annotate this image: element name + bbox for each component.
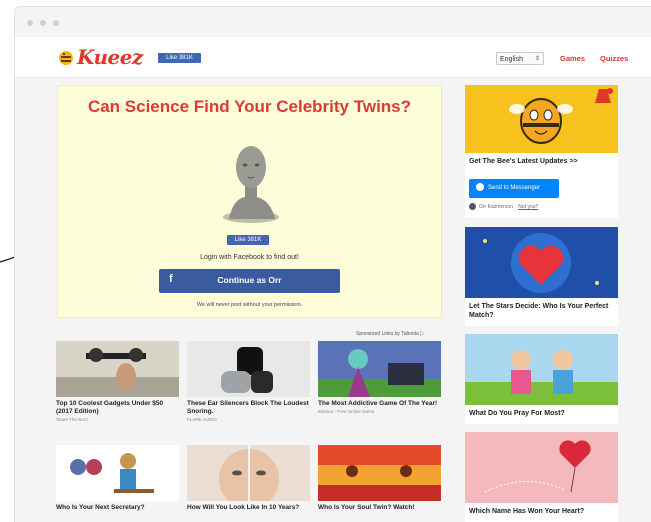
card-caption: Get The Bee's Latest Updates >> bbox=[469, 158, 578, 165]
continue-label: Continue as Orr bbox=[217, 275, 282, 285]
card-image bbox=[187, 341, 310, 397]
head-bust-image bbox=[223, 146, 279, 223]
window-dot-maximize[interactable] bbox=[53, 20, 59, 26]
sponsored-label[interactable]: Sponsored Links by Taboola ▷ bbox=[356, 330, 426, 337]
card-title: These Ear Silencers Block The Loudest Sn… bbox=[187, 400, 309, 415]
window-dot-close[interactable] bbox=[27, 20, 33, 26]
card-title: The Most Addictive Game Of The Year! bbox=[318, 400, 438, 407]
facebook-like-button[interactable]: Like 381K bbox=[158, 53, 201, 63]
user-name: Orr Kazmerson bbox=[479, 203, 513, 210]
card-image bbox=[465, 334, 618, 405]
continue-with-facebook-button[interactable]: f Continue as Orr bbox=[159, 269, 340, 293]
quiz-card[interactable]: How Will You Look Like In 10 Years? bbox=[187, 445, 310, 512]
card-image bbox=[318, 445, 441, 501]
card-source: Elvenar - Free Online Game bbox=[318, 409, 375, 414]
sidebar-card[interactable]: Which Name Has Won Your Heart? bbox=[465, 432, 618, 522]
window-dot-minimize[interactable] bbox=[40, 20, 46, 26]
not-you-link[interactable]: Not you? bbox=[518, 204, 538, 210]
select-arrows-icon: ⇕ bbox=[534, 56, 540, 62]
card-title: Top 10 Coolest Gadgets Under $50 (2017 E… bbox=[56, 400, 164, 415]
site-header: Kueez Like 381K English ⇕ Games Quizzes bbox=[15, 37, 651, 78]
permission-note: We will never post without your permissi… bbox=[196, 302, 303, 308]
user-avatar bbox=[469, 203, 476, 210]
language-value: English bbox=[500, 56, 523, 63]
adchoices-icon: ▷ bbox=[420, 331, 425, 337]
card-image bbox=[465, 85, 618, 153]
card-source: Share The Buzz bbox=[56, 417, 89, 422]
window-titlebar bbox=[15, 7, 651, 37]
card-caption: Let The Stars Decide: Who Is Your Perfec… bbox=[469, 303, 609, 319]
sidebar-card[interactable]: Let The Stars Decide: Who Is Your Perfec… bbox=[465, 227, 618, 326]
sponsored-card[interactable]: These Ear Silencers Block The Loudest Sn… bbox=[187, 341, 310, 422]
browser-window: Kueez Like 381K English ⇕ Games Quizzes … bbox=[14, 6, 651, 522]
site-logo[interactable]: Kueez bbox=[57, 45, 143, 69]
sponsored-card[interactable]: The Most Addictive Game Of The Year! Elv… bbox=[318, 341, 441, 414]
card-caption: Which Name Has Won Your Heart? bbox=[469, 508, 585, 515]
quiz-title: Can Science Find Your Celebrity Twins? bbox=[87, 97, 412, 116]
sidebar-card[interactable]: What Do You Pray For Most? bbox=[465, 334, 618, 424]
bee-logo-icon bbox=[59, 51, 73, 65]
card-title: How Will You Look Like In 10 Years? bbox=[187, 504, 300, 511]
card-source: FLARE AUDIO bbox=[187, 417, 217, 422]
hero-facebook-like-button[interactable]: Like 381K bbox=[227, 235, 269, 245]
messenger-label: Send to Messenger bbox=[488, 185, 541, 191]
card-image bbox=[318, 341, 441, 397]
send-to-messenger-button[interactable]: Send to Messenger bbox=[469, 179, 559, 198]
quiz-card[interactable]: Who Is Your Next Secretary? bbox=[56, 445, 179, 512]
card-image bbox=[56, 445, 179, 501]
logo-text: Kueez bbox=[77, 45, 143, 69]
card-image bbox=[56, 341, 179, 397]
sponsored-text: Sponsored Links by Taboola bbox=[356, 331, 419, 337]
messenger-icon bbox=[476, 183, 484, 192]
card-image bbox=[187, 445, 310, 501]
card-title: Who Is Your Soul Twin? Watch! bbox=[318, 504, 415, 511]
messenger-user: Orr Kazmerson Not you? bbox=[469, 203, 538, 210]
nav-games[interactable]: Games bbox=[560, 54, 585, 63]
card-title: Who Is Your Next Secretary? bbox=[56, 504, 145, 511]
card-caption: What Do You Pray For Most? bbox=[469, 410, 565, 417]
sidebar-card-bee-updates[interactable]: Get The Bee's Latest Updates >> Send to … bbox=[465, 85, 618, 218]
login-prompt: Login with Facebook to find out! bbox=[200, 254, 299, 261]
sponsored-card[interactable]: Top 10 Coolest Gadgets Under $50 (2017 E… bbox=[56, 341, 179, 422]
nav-quizzes[interactable]: Quizzes bbox=[600, 54, 628, 63]
language-select[interactable]: English ⇕ bbox=[496, 52, 544, 65]
quiz-hero: Can Science Find Your Celebrity Twins? L… bbox=[58, 86, 441, 317]
quiz-card[interactable]: Who Is Your Soul Twin? Watch! bbox=[318, 445, 441, 512]
card-image bbox=[465, 227, 618, 298]
card-image bbox=[465, 432, 618, 503]
